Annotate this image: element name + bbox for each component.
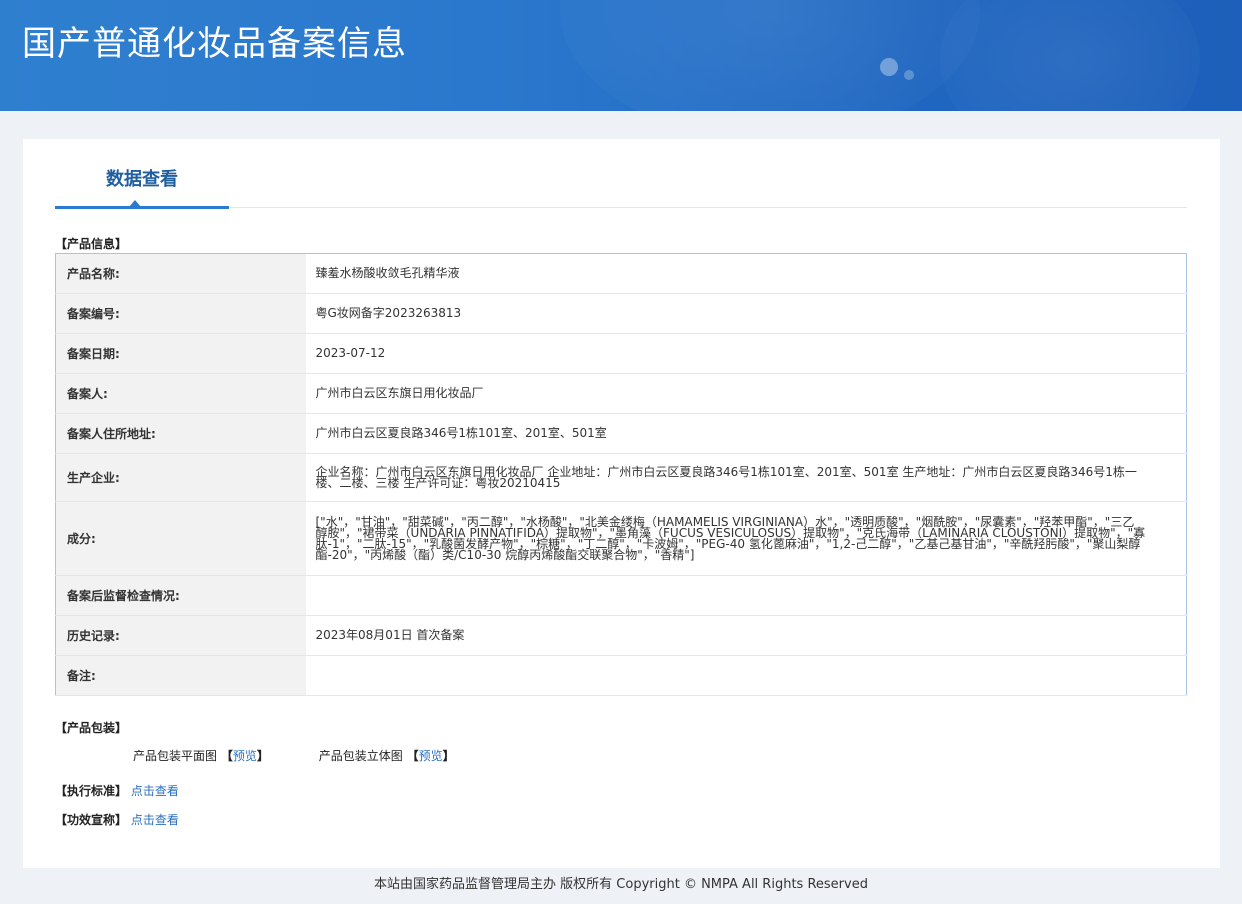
- field-value-remarks: [305, 655, 1187, 696]
- bracket-close: 】: [442, 749, 455, 763]
- efficacy-claim-link[interactable]: 点击查看: [131, 813, 179, 827]
- bracket-open: 【: [406, 749, 419, 763]
- field-label: 备案人住所地址:: [55, 413, 306, 454]
- tab-active-indicator: [55, 206, 229, 209]
- efficacy-claim-label: 【功效宣称】: [55, 813, 128, 827]
- field-label: 备案后监督检查情况:: [55, 575, 306, 616]
- execution-standard-label: 【执行标准】: [55, 784, 128, 798]
- preview-stereo-link[interactable]: 预览: [419, 749, 443, 763]
- header-decoration: [560, 0, 980, 111]
- packaging-previews: 产品包装平面图 【预览】 产品包装立体图 【预览】: [133, 747, 501, 764]
- page-footer: 本站由国家药品监督管理局主办 版权所有 Copyright © NMPA All…: [374, 877, 868, 892]
- field-value-product-name: 臻羞水杨酸收敛毛孔精华液: [305, 253, 1187, 294]
- table-row: 生产企业: 企业名称：广州市白云区东旗日用化妆品厂 企业地址：广州市白云区夏良路…: [55, 453, 1187, 502]
- packaging-stereo-label: 产品包装立体图: [318, 749, 403, 763]
- field-value-registrant: 广州市白云区东旗日用化妆品厂: [305, 373, 1187, 414]
- field-value-history: 2023年08月01日 首次备案: [305, 615, 1187, 656]
- table-row: 成分: ["水"，"甘油"，"甜菜碱"，"丙二醇"，"水杨酸"，"北美金缕梅（H…: [55, 501, 1187, 576]
- field-value-ingredients: ["水"，"甘油"，"甜菜碱"，"丙二醇"，"水杨酸"，"北美金缕梅（HAMAM…: [305, 501, 1187, 576]
- field-label: 历史记录:: [55, 615, 306, 656]
- table-row: 备案日期: 2023-07-12: [55, 333, 1187, 374]
- efficacy-claim-row: 【功效宣称】 点击查看: [55, 811, 179, 828]
- bracket-close: 】: [256, 749, 269, 763]
- table-row: 历史记录: 2023年08月01日 首次备案: [55, 615, 1187, 656]
- field-label: 成分:: [55, 501, 306, 576]
- preview-flat-link[interactable]: 预览: [233, 749, 257, 763]
- execution-standard-link[interactable]: 点击查看: [131, 784, 179, 798]
- field-label: 备注:: [55, 655, 306, 696]
- field-value-filing-number: 粤G妆网备字2023263813: [305, 293, 1187, 334]
- execution-standard-row: 【执行标准】 点击查看: [55, 782, 179, 799]
- packaging-stereo-item: 产品包装立体图 【预览】: [319, 747, 455, 764]
- field-value-registrant-address: 广州市白云区夏良路346号1栋101室、201室、501室: [305, 413, 1187, 454]
- field-label: 备案编号:: [55, 293, 306, 334]
- packaging-heading: 【产品包装】: [55, 721, 128, 735]
- table-row: 备案人住所地址: 广州市白云区夏良路346号1栋101室、201室、501室: [55, 413, 1187, 454]
- table-row: 备注:: [55, 655, 1187, 696]
- field-value-inspection: [305, 575, 1187, 616]
- field-label: 备案日期:: [55, 333, 306, 374]
- product-info-table: 产品名称: 臻羞水杨酸收敛毛孔精华液 备案编号: 粤G妆网备字202326381…: [55, 253, 1187, 696]
- field-value-filing-date: 2023-07-12: [305, 333, 1187, 374]
- page-header: 国产普通化妆品备案信息: [0, 0, 1242, 111]
- field-label: 产品名称:: [55, 253, 306, 294]
- header-decoration-dot: [880, 58, 898, 76]
- field-label: 生产企业:: [55, 453, 306, 502]
- header-decoration-dot: [904, 70, 914, 80]
- product-info-heading: 【产品信息】: [55, 237, 128, 251]
- table-row: 备案编号: 粤G妆网备字2023263813: [55, 293, 1187, 334]
- packaging-flat-label: 产品包装平面图: [133, 749, 218, 763]
- header-decoration: [940, 0, 1200, 111]
- table-row: 备案后监督检查情况:: [55, 575, 1187, 616]
- table-row: 备案人: 广州市白云区东旗日用化妆品厂: [55, 373, 1187, 414]
- field-value-manufacturer: 企业名称：广州市白云区东旗日用化妆品厂 企业地址：广州市白云区夏良路346号1栋…: [305, 453, 1187, 502]
- field-label: 备案人:: [55, 373, 306, 414]
- content-card: 数据查看 【产品信息】 产品名称: 臻羞水杨酸收敛毛孔精华液 备案编号: 粤G妆…: [23, 139, 1220, 868]
- tab-data-view[interactable]: 数据查看: [55, 165, 229, 191]
- bracket-open: 【: [220, 749, 233, 763]
- table-row: 产品名称: 臻羞水杨酸收敛毛孔精华液: [55, 253, 1187, 294]
- page-title: 国产普通化妆品备案信息: [22, 24, 407, 64]
- packaging-flat-item: 产品包装平面图 【预览】: [133, 747, 269, 764]
- tab-caret-icon: [129, 200, 141, 207]
